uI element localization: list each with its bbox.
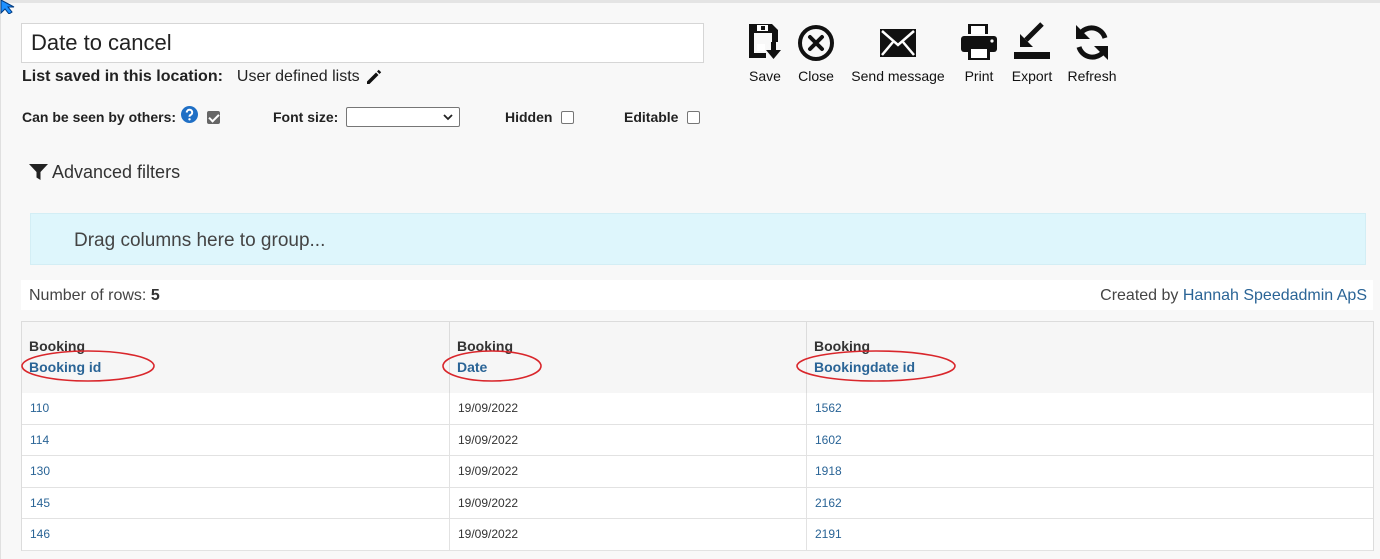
table-row[interactable]: 145 19/09/2022 2162	[22, 487, 1373, 519]
bookingdate-id-cell[interactable]: 1918	[807, 456, 1373, 487]
group-drop-zone[interactable]: Drag columns here to group...	[30, 213, 1366, 265]
column-group-label: Booking	[814, 338, 870, 354]
editable-label: Editable	[624, 109, 679, 125]
save-label: Save	[749, 68, 781, 84]
column-header-booking-id[interactable]: Booking Booking id	[22, 322, 450, 393]
hidden-checkbox[interactable]	[561, 110, 575, 124]
saved-location: List saved in this location: User define…	[22, 68, 383, 86]
column-name-bookingdate-id[interactable]: Bookingdate id	[814, 359, 915, 375]
editable-checkbox[interactable]	[687, 110, 701, 124]
column-name-booking-id[interactable]: Booking id	[29, 359, 101, 375]
booking-id-cell[interactable]: 146	[22, 519, 450, 550]
booking-id-cell[interactable]: 145	[22, 487, 450, 518]
close-circle-icon	[798, 25, 834, 61]
bookingdate-id-cell[interactable]: 1562	[807, 393, 1373, 424]
created-by-label: Created by	[1100, 287, 1179, 304]
bookingdate-id-cell[interactable]: 2162	[807, 488, 1373, 519]
top-border	[0, 0, 1380, 3]
date-cell: 19/09/2022	[450, 456, 807, 487]
export-button[interactable]: Export	[1010, 22, 1054, 84]
table-row[interactable]: 130 19/09/2022 1918	[22, 456, 1373, 488]
saved-location-value: User defined lists	[236, 68, 360, 85]
list-options: Can be seen by others: Font size: Hidden…	[22, 104, 722, 130]
column-header-bookingdate-id[interactable]: Booking Bookingdate id	[807, 322, 1373, 393]
export-label: Export	[1011, 68, 1053, 84]
chevron-down-icon	[443, 114, 453, 121]
created-by-link[interactable]: Hannah Speedadmin ApS	[1183, 287, 1367, 304]
column-name-date[interactable]: Date	[457, 359, 487, 375]
saved-location-label: List saved in this location:	[22, 68, 223, 85]
refresh-label: Refresh	[1067, 68, 1117, 84]
send-message-button[interactable]: Send message	[847, 22, 949, 84]
pencil-icon[interactable]	[365, 68, 383, 86]
save-button[interactable]: Save	[742, 22, 788, 84]
envelope-icon	[880, 29, 916, 57]
info-bar: Number of rows: 5 Created by Hannah Spee…	[21, 280, 1373, 310]
booking-id-cell[interactable]: 110	[22, 393, 450, 424]
editable-option: Editable	[624, 104, 701, 130]
list-title-input[interactable]	[21, 23, 704, 63]
font-size-label: Font size:	[273, 109, 339, 125]
row-count-value: 5	[150, 287, 160, 304]
bookingdate-id-cell[interactable]: 2191	[807, 519, 1373, 550]
booking-id-cell[interactable]: 130	[22, 456, 450, 487]
advanced-filters-toggle[interactable]: Advanced filters	[29, 162, 180, 183]
table-row[interactable]: 110 19/09/2022 1562	[22, 393, 1373, 425]
font-size-option: Font size:	[273, 104, 461, 130]
bookingdate-id-cell[interactable]: 1602	[807, 425, 1373, 456]
close-button[interactable]: Close	[794, 22, 838, 84]
column-group-label: Booking	[457, 338, 513, 354]
date-cell: 19/09/2022	[450, 424, 807, 455]
advanced-filters-label: Advanced filters	[52, 162, 181, 182]
created-by: Created by Hannah Speedadmin ApS	[1100, 287, 1367, 305]
column-header-date[interactable]: Booking Date	[450, 322, 807, 393]
mouse-cursor-icon	[0, 0, 15, 14]
table-row[interactable]: 114 19/09/2022 1602	[22, 424, 1373, 456]
date-cell: 19/09/2022	[450, 487, 807, 518]
export-icon	[1014, 22, 1050, 59]
left-border	[0, 0, 1, 559]
refresh-icon	[1076, 25, 1108, 60]
seen-by-others-label: Can be seen by others:	[22, 109, 177, 125]
date-cell: 19/09/2022	[450, 519, 807, 550]
print-button[interactable]: Print	[958, 22, 1000, 84]
date-cell: 19/09/2022	[450, 393, 807, 424]
close-label: Close	[798, 68, 834, 84]
table-row[interactable]: 146 19/09/2022 2191	[22, 519, 1373, 551]
hidden-option: Hidden	[505, 104, 575, 130]
refresh-button[interactable]: Refresh	[1064, 22, 1120, 84]
filter-icon	[29, 164, 48, 180]
booking-id-cell[interactable]: 114	[22, 424, 450, 455]
column-group-label: Booking	[29, 338, 85, 354]
question-circle-icon[interactable]	[181, 105, 199, 123]
printer-icon	[961, 24, 997, 60]
row-count-label: Number of rows:	[29, 287, 147, 304]
group-drop-zone-text: Drag columns here to group...	[74, 230, 326, 251]
seen-by-others-option: Can be seen by others:	[22, 104, 221, 130]
send-message-label: Send message	[851, 68, 945, 84]
data-grid: Booking Booking id Booking Date Booking …	[21, 321, 1374, 551]
print-label: Print	[964, 68, 994, 84]
seen-by-others-checkbox[interactable]	[207, 110, 221, 124]
font-size-select[interactable]	[346, 107, 461, 127]
save-icon	[749, 24, 781, 59]
hidden-label: Hidden	[505, 109, 553, 125]
grid-header: Booking Booking id Booking Date Booking …	[21, 322, 1373, 395]
row-count: Number of rows: 5	[29, 287, 160, 305]
